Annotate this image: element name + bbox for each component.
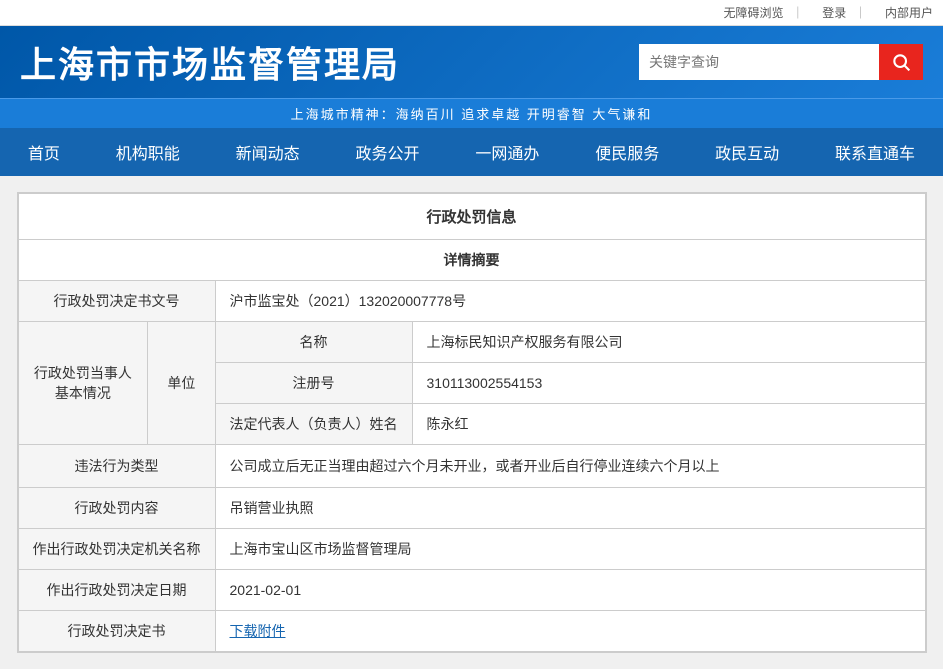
separator1: ｜: [792, 6, 804, 20]
separator2: ｜: [855, 6, 867, 20]
value-penalty-content: 吊销营业执照: [215, 488, 925, 529]
search-button[interactable]: [879, 44, 923, 80]
label-name: 名称: [215, 322, 412, 363]
value-date: 2021-02-01: [215, 570, 925, 611]
label-rep: 法定代表人（负责人）姓名: [215, 404, 412, 445]
nav-news[interactable]: 新闻动态: [216, 128, 320, 176]
download-link[interactable]: 下载附件: [230, 623, 286, 639]
accessibility-link[interactable]: 无障碍浏览: [724, 6, 784, 20]
party-info-row: 行政处罚当事人基本情况 单位 名称 上海标民知识产权服务有限公司: [18, 322, 925, 363]
value-decision-doc: 下载附件: [215, 611, 925, 652]
nav-online[interactable]: 一网通办: [455, 128, 559, 176]
content-area: 行政处罚信息 详情摘要 行政处罚决定书文号 沪市监宝处（2021）1320200…: [17, 192, 927, 653]
label-unit: 单位: [148, 322, 215, 445]
table-row: 行政处罚决定书文号 沪市监宝处（2021）132020007778号: [18, 281, 925, 322]
info-table: 行政处罚信息 详情摘要 行政处罚决定书文号 沪市监宝处（2021）1320200…: [18, 193, 926, 652]
internal-link[interactable]: 内部用户: [885, 6, 933, 20]
search-box: [639, 44, 923, 80]
main-nav: 首页 机构职能 新闻动态 政务公开 一网通办 便民服务 政民互动 联系直通车: [0, 128, 943, 176]
header: 上海市市场监督管理局: [0, 26, 943, 98]
subtitle-text: 上海城市精神：海纳百川 追求卓越 开明睿智 大气谦和: [291, 107, 653, 122]
nav-home[interactable]: 首页: [8, 128, 80, 176]
sub-title: 详情摘要: [18, 240, 925, 281]
nav-org[interactable]: 机构职能: [96, 128, 200, 176]
value-violation-type: 公司成立后无正当理由超过六个月未开业，或者开业后自行停业连续六个月以上: [215, 445, 925, 488]
decision-doc-row: 行政处罚决定书 下载附件: [18, 611, 925, 652]
value-authority: 上海市宝山区市场监督管理局: [215, 529, 925, 570]
label-violation-type: 违法行为类型: [18, 445, 215, 488]
label-date: 作出行政处罚决定日期: [18, 570, 215, 611]
value-penalty-doc-no: 沪市监宝处（2021）132020007778号: [215, 281, 925, 322]
label-penalty-doc-no: 行政处罚决定书文号: [18, 281, 215, 322]
section-header-row: 行政处罚信息: [18, 194, 925, 240]
search-icon: [891, 52, 911, 72]
date-row: 作出行政处罚决定日期 2021-02-01: [18, 570, 925, 611]
login-link[interactable]: 登录: [822, 6, 846, 20]
subtitle-bar: 上海城市精神：海纳百川 追求卓越 开明睿智 大气谦和: [0, 98, 943, 128]
section-title: 行政处罚信息: [18, 194, 925, 240]
nav-interaction[interactable]: 政民互动: [695, 128, 799, 176]
value-rep: 陈永红: [412, 404, 925, 445]
sub-header-row: 详情摘要: [18, 240, 925, 281]
value-name: 上海标民知识产权服务有限公司: [412, 322, 925, 363]
search-input[interactable]: [639, 44, 879, 80]
value-reg-no: 310113002554153: [412, 363, 925, 404]
authority-row: 作出行政处罚决定机关名称 上海市宝山区市场监督管理局: [18, 529, 925, 570]
label-decision-doc: 行政处罚决定书: [18, 611, 215, 652]
label-penalty-content: 行政处罚内容: [18, 488, 215, 529]
label-party-group: 行政处罚当事人基本情况: [18, 322, 148, 445]
nav-affairs[interactable]: 政务公开: [336, 128, 440, 176]
nav-contact[interactable]: 联系直通车: [815, 128, 935, 176]
label-authority: 作出行政处罚决定机关名称: [18, 529, 215, 570]
site-title: 上海市市场监督管理局: [20, 36, 400, 88]
nav-service[interactable]: 便民服务: [575, 128, 679, 176]
label-reg-no: 注册号: [215, 363, 412, 404]
top-bar: 无障碍浏览 ｜ 登录 ｜ 内部用户: [0, 0, 943, 26]
violation-type-row: 违法行为类型 公司成立后无正当理由超过六个月未开业，或者开业后自行停业连续六个月…: [18, 445, 925, 488]
penalty-content-row: 行政处罚内容 吊销营业执照: [18, 488, 925, 529]
